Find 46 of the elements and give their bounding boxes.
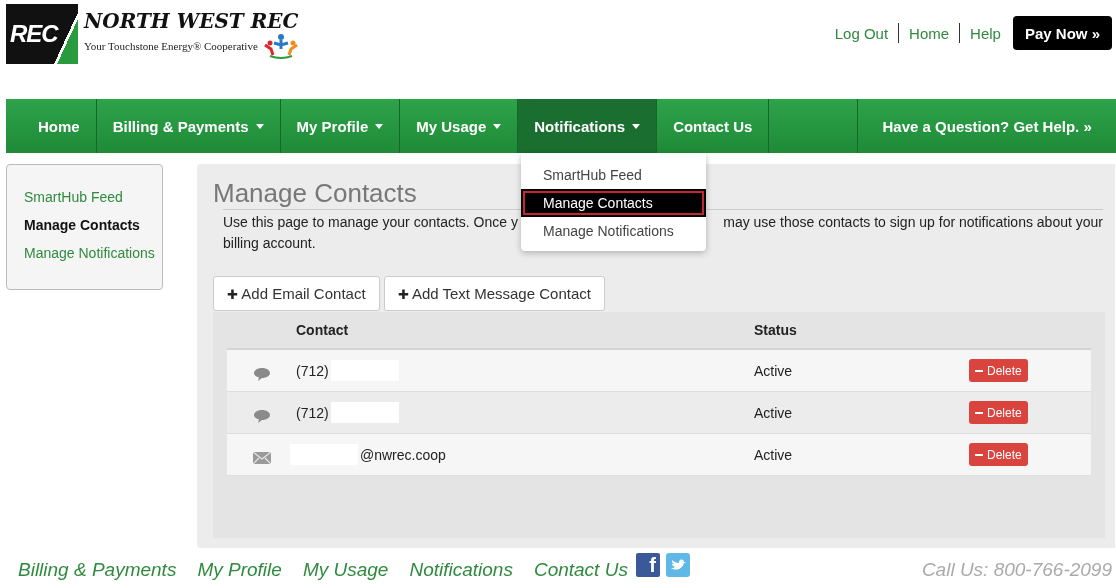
status-text: Active xyxy=(754,404,794,421)
nav-tab[interactable]: Notifications xyxy=(518,99,658,153)
help-link[interactable]: Have a Question? Get Help. » xyxy=(858,99,1116,153)
sidebar-item[interactable]: SmartHub Feed xyxy=(24,189,162,205)
footer-link[interactable]: My Usage xyxy=(302,559,389,581)
add-contact-button[interactable]: ✚ Add Text Message Contact xyxy=(383,276,605,311)
contact-value: (712) xyxy=(296,404,329,421)
footer-link[interactable]: Notifications xyxy=(409,559,513,581)
footer-link[interactable]: Billing & Payments xyxy=(18,559,177,581)
logo-tagline: Your Touchstone Energy® Cooperative xyxy=(84,40,258,52)
bird-icon[interactable] xyxy=(665,553,690,577)
nav-tab[interactable]: Billing & Payments xyxy=(96,99,281,153)
menu-item[interactable]: SmartHub Feed xyxy=(521,161,706,189)
phone-text: Call Us: 800-766-2099 xyxy=(921,559,1112,581)
logo-badge: REC xyxy=(6,4,78,64)
description-text: Use this page to manage your contacts. Once y xyxy=(223,213,518,232)
description-text: billing account. xyxy=(223,234,316,253)
envelope-icon xyxy=(252,451,271,464)
header-link[interactable]: Log Out xyxy=(824,24,899,42)
logo-name: NORTH WEST REC xyxy=(84,9,300,33)
contact-value: (712) xyxy=(296,362,329,379)
column-header: Status xyxy=(754,322,798,338)
menu-item[interactable]: Manage Notifications xyxy=(521,217,706,245)
header-link[interactable]: Home xyxy=(899,24,960,42)
delete-button[interactable]: Delete xyxy=(969,401,1028,424)
delete-button[interactable]: Delete xyxy=(969,443,1028,466)
menu-item[interactable]: Manage Contacts xyxy=(521,189,706,217)
description-text: may use those contacts to sign up for notifications about your xyxy=(723,213,1103,232)
nav-tab[interactable]: My Profile xyxy=(280,99,401,153)
footer-link[interactable]: Contact Us xyxy=(533,559,628,581)
page-title: Manage Contacts xyxy=(213,178,417,209)
pay-now-button[interactable]: Pay Now » xyxy=(1012,16,1112,50)
status-text: Active xyxy=(754,362,794,379)
facebook-icon[interactable]: f xyxy=(635,553,660,577)
speech-bubble-icon xyxy=(252,408,271,423)
add-contact-button[interactable]: ✚ Add Email Contact xyxy=(213,276,380,311)
contact-value: @nwrec.coop xyxy=(360,446,446,463)
delete-button[interactable]: Delete xyxy=(969,359,1028,382)
sidebar-item[interactable]: Manage Notifications xyxy=(24,245,162,261)
speech-bubble-icon xyxy=(252,366,271,381)
status-text: Active xyxy=(754,446,794,463)
nav-tab[interactable]: Home xyxy=(6,99,97,153)
sidebar-item[interactable]: Manage Contacts xyxy=(24,217,162,233)
column-header: Contact xyxy=(296,322,350,338)
footer-link[interactable]: My Profile xyxy=(197,559,282,581)
header-link[interactable]: Help xyxy=(960,24,1011,42)
